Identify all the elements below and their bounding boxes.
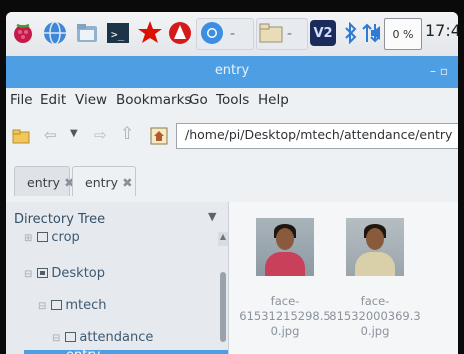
menu-go[interactable]: Go xyxy=(189,92,208,108)
file-item-1[interactable]: face- 61531215298.5 0.jpg xyxy=(235,218,335,339)
cpu-monitor[interactable]: 0 % xyxy=(384,18,422,50)
file-view: face- 61531215298.5 0.jpg face- 81532000… xyxy=(229,202,458,354)
menu-edit[interactable]: Edit xyxy=(40,92,66,108)
vnc-label: V2 xyxy=(313,25,333,41)
up-icon[interactable]: ⇧ xyxy=(120,124,134,144)
globe-icon[interactable] xyxy=(42,20,68,46)
expander-icon[interactable]: ⊟ xyxy=(52,333,60,344)
expander-icon[interactable]: ⊞ xyxy=(24,233,32,244)
taskbar-dash: - xyxy=(230,26,236,42)
tab-entry-1[interactable]: entry ✖ xyxy=(14,166,75,196)
tree-item-label: attendance xyxy=(79,330,154,345)
file-manager-icon[interactable] xyxy=(74,20,100,46)
file-item-2[interactable]: face- 81532000369.3 0.jpg xyxy=(325,218,425,339)
tab-label: entry xyxy=(85,175,119,190)
file-name-line: face- xyxy=(270,294,300,308)
clock[interactable]: 17:49 xyxy=(425,21,458,40)
menu-file[interactable]: File xyxy=(10,92,33,108)
taskbar: >_ - - V2 0 % 17:49 xyxy=(6,12,458,57)
new-folder-icon[interactable] xyxy=(12,128,32,148)
forward-icon[interactable]: ⇨ xyxy=(94,126,107,144)
taskbar-dash: - xyxy=(287,26,293,42)
directory-tree-pane: Directory Tree ▼ ▲ ⊞ crop ⊟ Desktop ⊟ mtech… xyxy=(6,202,229,354)
desktop-screen: >_ - - V2 0 % 17:49 xyxy=(6,12,458,354)
file-name-line: 61531215298.5 xyxy=(239,309,331,323)
chromium-icon[interactable] xyxy=(199,20,225,46)
menu-bar: File Edit View Bookmarks Go Tools Help xyxy=(6,88,458,112)
chevron-down-icon[interactable]: ▼ xyxy=(70,128,78,139)
tree-item-label: entry xyxy=(66,348,100,354)
menu-tools[interactable]: Tools xyxy=(216,92,249,108)
tree-item-label: mtech xyxy=(65,298,107,313)
path-input[interactable]: /home/pi/Desktop/mtech/attendance/entry xyxy=(176,123,458,149)
file-name-line: 0.jpg xyxy=(360,324,390,338)
vnc-icon[interactable]: V2 xyxy=(310,20,336,46)
menu-bookmarks[interactable]: Bookmarks xyxy=(116,92,191,108)
desktop-icon xyxy=(37,268,49,278)
tab-bar: entry ✖ entry ✖ xyxy=(6,162,458,200)
volume-icon[interactable] xyxy=(370,20,384,46)
image-thumbnail xyxy=(346,218,404,276)
sidebar-scrollbar[interactable] xyxy=(220,272,226,342)
file-name: face- 81532000369.3 0.jpg xyxy=(325,294,425,339)
wolfram-icon[interactable] xyxy=(137,20,163,46)
tab-entry-2[interactable]: entry ✖ xyxy=(72,166,136,196)
folder-icon xyxy=(37,232,49,242)
image-thumbnail xyxy=(256,218,314,276)
expander-icon[interactable]: ⊟ xyxy=(38,301,46,312)
mathematica-icon[interactable] xyxy=(167,20,193,46)
tree-item-crop[interactable]: ⊞ crop xyxy=(24,230,80,245)
toolbar: ⇦ ▼ ⇨ ⇧ /home/pi/Desktop/mtech/attendanc… xyxy=(6,118,458,154)
cpu-label: 0 % xyxy=(392,27,414,41)
folder-icon xyxy=(65,332,77,342)
terminal-icon[interactable]: >_ xyxy=(105,20,131,46)
expander-icon[interactable]: ⊟ xyxy=(24,269,32,280)
file-name-line: 81532000369.3 xyxy=(329,309,421,323)
file-name: face- 61531215298.5 0.jpg xyxy=(235,294,335,339)
tree-item-entry[interactable]: entry xyxy=(24,348,228,354)
scroll-up-arrow[interactable]: ▲ xyxy=(218,232,228,246)
tree-item-mtech[interactable]: ⊟ mtech xyxy=(38,298,107,313)
file-name-line: 0.jpg xyxy=(270,324,300,338)
tree-item-desktop[interactable]: ⊟ Desktop xyxy=(24,266,105,281)
menu-help[interactable]: Help xyxy=(258,92,289,108)
tab-label: entry xyxy=(27,175,61,190)
file-name-line: face- xyxy=(360,294,390,308)
home-icon[interactable] xyxy=(150,127,168,149)
folder-icon[interactable] xyxy=(258,20,284,46)
chevron-down-icon[interactable]: ▼ xyxy=(208,210,216,223)
raspberry-icon[interactable] xyxy=(10,20,36,46)
back-icon[interactable]: ⇦ xyxy=(44,126,57,144)
tree-item-label: Desktop xyxy=(51,266,106,281)
tree-item-attendance[interactable]: ⊟ attendance xyxy=(52,330,153,345)
window-titlebar[interactable]: entry – ▫ xyxy=(6,56,458,88)
window-controls[interactable]: – ▫ xyxy=(430,64,448,78)
window-title: entry xyxy=(214,63,250,78)
folder-icon xyxy=(51,300,63,310)
svg-text:>_: >_ xyxy=(111,28,125,41)
sidebar-title[interactable]: Directory Tree xyxy=(14,212,105,227)
tree-item-label: crop xyxy=(51,230,80,245)
close-icon[interactable]: ✖ xyxy=(122,175,132,190)
menu-view[interactable]: View xyxy=(75,92,107,108)
